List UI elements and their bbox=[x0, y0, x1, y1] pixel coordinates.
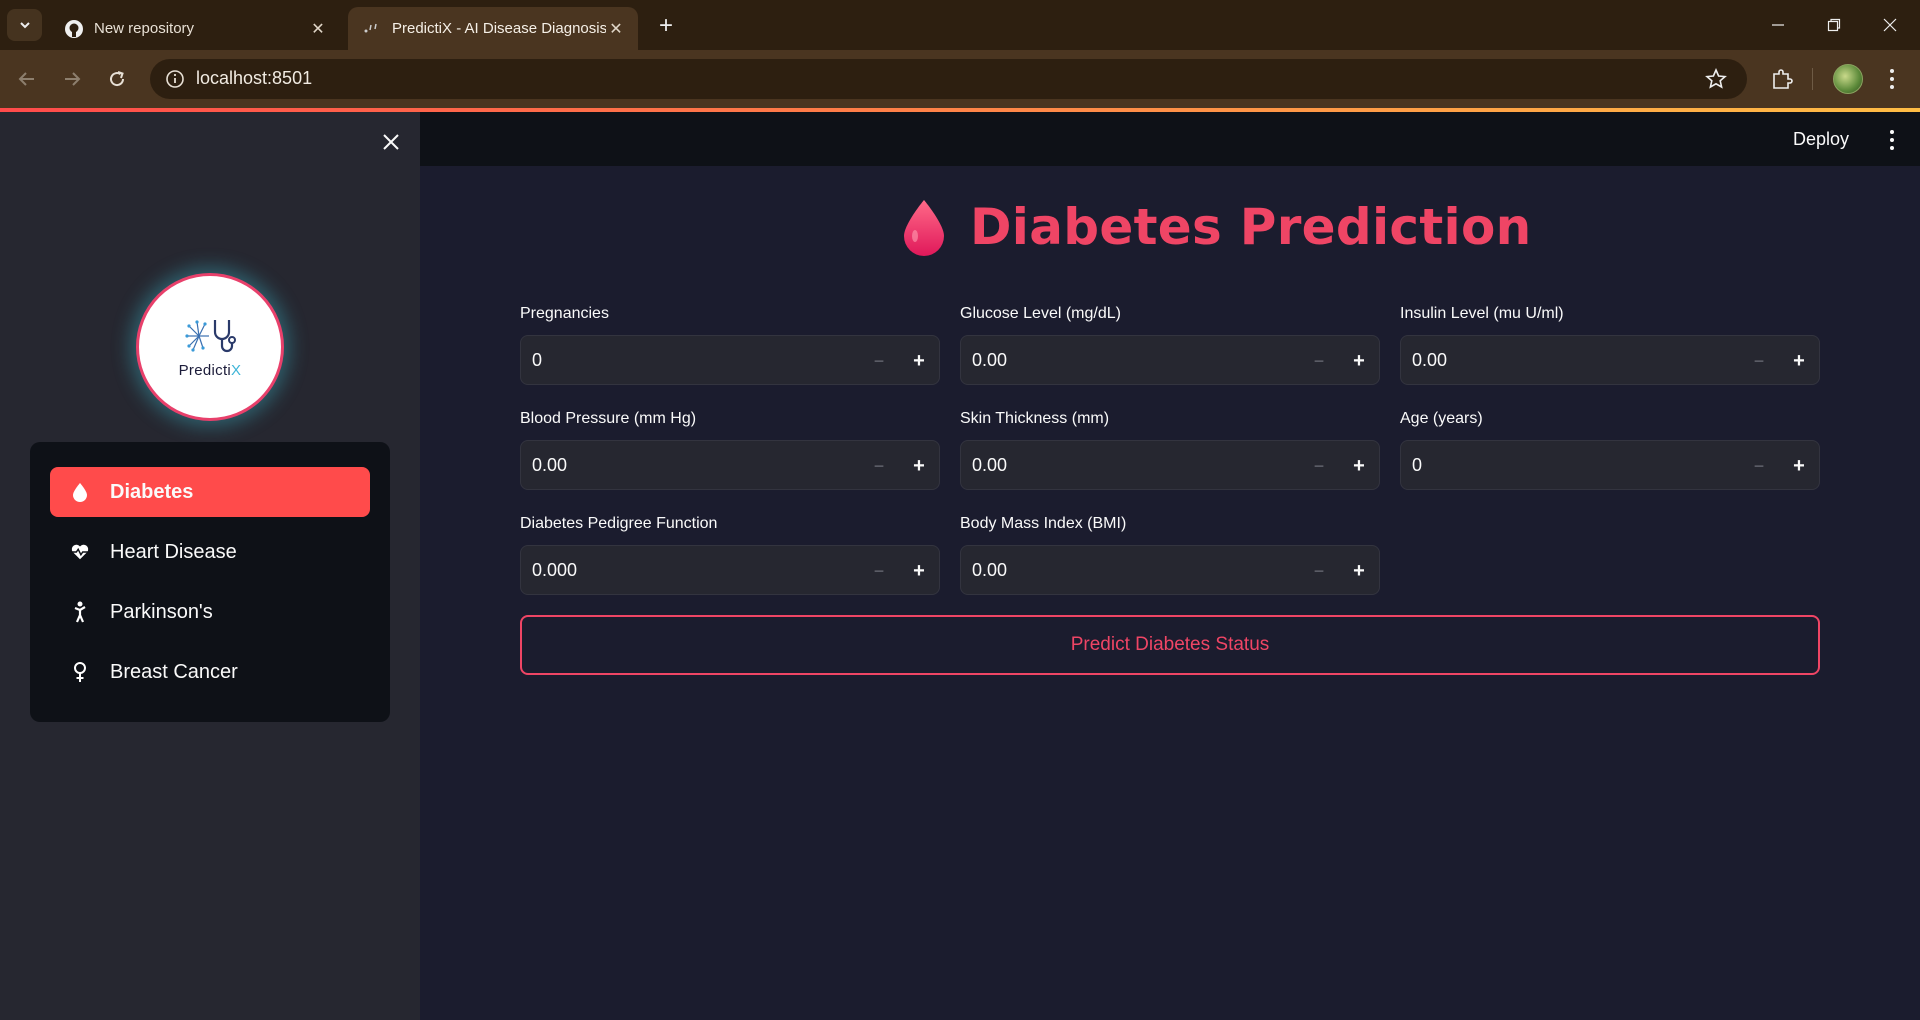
decrement-icon[interactable]: − bbox=[1303, 555, 1335, 587]
blood-pressure-label: Blood Pressure (mm Hg) bbox=[520, 410, 697, 427]
stethoscope-icon bbox=[185, 319, 236, 352]
sidebar-item-heart-disease[interactable]: Heart Disease bbox=[50, 527, 370, 577]
decrement-icon[interactable]: − bbox=[863, 555, 895, 587]
sidebar-item-parkinsons[interactable]: Parkinson's bbox=[50, 587, 370, 637]
decrement-icon[interactable]: − bbox=[1743, 450, 1775, 482]
decrement-icon[interactable]: − bbox=[1303, 345, 1335, 377]
bmi-input[interactable]: 0.00 − + bbox=[960, 545, 1380, 595]
logo-text: PredictiX bbox=[178, 361, 242, 379]
page-title: Diabetes Prediction bbox=[970, 198, 1532, 256]
pregnancies-input[interactable]: 0 − + bbox=[520, 335, 940, 385]
tab-title: PredictiX - AI Disease Diagnosis bbox=[392, 20, 606, 37]
sidebar-item-label: Parkinson's bbox=[110, 600, 213, 623]
extensions-icon[interactable] bbox=[1767, 64, 1797, 94]
close-tab-icon[interactable]: ✕ bbox=[606, 19, 626, 39]
pregnancies-label: Pregnancies bbox=[520, 305, 609, 322]
input-value[interactable]: 0 bbox=[1412, 455, 1422, 476]
minimize-icon[interactable] bbox=[1755, 10, 1801, 40]
url-text[interactable]: localhost:8501 bbox=[196, 68, 312, 89]
age-label: Age (years) bbox=[1400, 410, 1483, 427]
insulin-input[interactable]: 0.00 − + bbox=[1400, 335, 1820, 385]
insulin-label: Insulin Level (mu U/ml) bbox=[1400, 305, 1564, 322]
decrement-icon[interactable]: − bbox=[1743, 345, 1775, 377]
blood-pressure-input[interactable]: 0.00 − + bbox=[520, 440, 940, 490]
page-title-row: Diabetes Prediction bbox=[900, 192, 1532, 262]
sidebar-item-diabetes[interactable]: Diabetes bbox=[50, 467, 370, 517]
increment-icon[interactable]: + bbox=[1343, 450, 1375, 482]
close-tab-icon[interactable]: ✕ bbox=[308, 19, 328, 39]
increment-icon[interactable]: + bbox=[903, 555, 935, 587]
restore-icon[interactable] bbox=[1811, 10, 1857, 40]
female-icon bbox=[70, 662, 90, 682]
increment-icon[interactable]: + bbox=[1783, 345, 1815, 377]
tab-search-button[interactable] bbox=[7, 9, 42, 41]
decrement-icon[interactable]: − bbox=[1303, 450, 1335, 482]
glucose-input[interactable]: 0.00 − + bbox=[960, 335, 1380, 385]
drop-icon bbox=[70, 482, 90, 502]
tab-title: New repository bbox=[94, 20, 195, 37]
heart-pulse-icon bbox=[70, 542, 90, 562]
glucose-label: Glucose Level (mg/dL) bbox=[960, 305, 1121, 322]
reload-icon[interactable] bbox=[100, 62, 134, 96]
bmi-label: Body Mass Index (BMI) bbox=[960, 515, 1127, 532]
sidebar-item-label: Diabetes bbox=[110, 480, 194, 503]
sidebar-item-label: Heart Disease bbox=[110, 540, 237, 563]
drop-icon bbox=[904, 200, 944, 256]
forward-icon[interactable] bbox=[55, 62, 89, 96]
omnibox[interactable] bbox=[150, 59, 1747, 99]
bookmark-star-icon[interactable] bbox=[1703, 66, 1729, 92]
github-icon bbox=[64, 19, 84, 39]
age-input[interactable]: 0 − + bbox=[1400, 440, 1820, 490]
main-menu-icon[interactable] bbox=[1882, 127, 1902, 153]
profile-avatar[interactable] bbox=[1833, 64, 1863, 94]
decrement-icon[interactable]: − bbox=[863, 345, 895, 377]
predict-button[interactable]: Predict Diabetes Status bbox=[520, 615, 1820, 675]
deploy-button[interactable]: Deploy bbox=[1785, 125, 1857, 154]
skin-thickness-label: Skin Thickness (mm) bbox=[960, 410, 1110, 427]
tab-new-repository[interactable]: New repository ✕ bbox=[50, 7, 340, 50]
input-value[interactable]: 0.00 bbox=[972, 350, 1007, 371]
skin-thickness-input[interactable]: 0.00 − + bbox=[960, 440, 1380, 490]
close-window-icon[interactable] bbox=[1867, 10, 1913, 40]
increment-icon[interactable]: + bbox=[903, 345, 935, 377]
person-icon bbox=[70, 601, 90, 623]
pedigree-input[interactable]: 0.000 − + bbox=[520, 545, 940, 595]
tab-predictix[interactable]: PredictiX - AI Disease Diagnosis ✕ bbox=[348, 7, 638, 50]
predictix-logo: PredictiX bbox=[136, 273, 284, 421]
close-sidebar-icon[interactable] bbox=[378, 129, 404, 155]
input-value[interactable]: 0.00 bbox=[1412, 350, 1447, 371]
app-header bbox=[420, 112, 1920, 166]
decrement-icon[interactable]: − bbox=[863, 450, 895, 482]
input-value[interactable]: 0.000 bbox=[532, 560, 577, 581]
chevron-down-icon bbox=[19, 22, 30, 29]
back-icon[interactable] bbox=[10, 62, 44, 96]
pedigree-label: Diabetes Pedigree Function bbox=[520, 515, 718, 532]
sidebar-item-breast-cancer[interactable]: Breast Cancer bbox=[50, 647, 370, 697]
site-info-icon[interactable] bbox=[163, 67, 187, 91]
increment-icon[interactable]: + bbox=[903, 450, 935, 482]
browser-menu-icon[interactable] bbox=[1880, 64, 1904, 94]
increment-icon[interactable]: + bbox=[1343, 345, 1375, 377]
input-value[interactable]: 0.00 bbox=[972, 560, 1007, 581]
increment-icon[interactable]: + bbox=[1783, 450, 1815, 482]
input-value[interactable]: 0 bbox=[532, 350, 542, 371]
toolbar-separator bbox=[1812, 68, 1813, 90]
increment-icon[interactable]: + bbox=[1343, 555, 1375, 587]
loading-icon bbox=[362, 19, 382, 39]
input-value[interactable]: 0.00 bbox=[972, 455, 1007, 476]
sidebar-item-label: Breast Cancer bbox=[110, 660, 238, 683]
input-value[interactable]: 0.00 bbox=[532, 455, 567, 476]
new-tab-button[interactable]: + bbox=[652, 12, 680, 40]
